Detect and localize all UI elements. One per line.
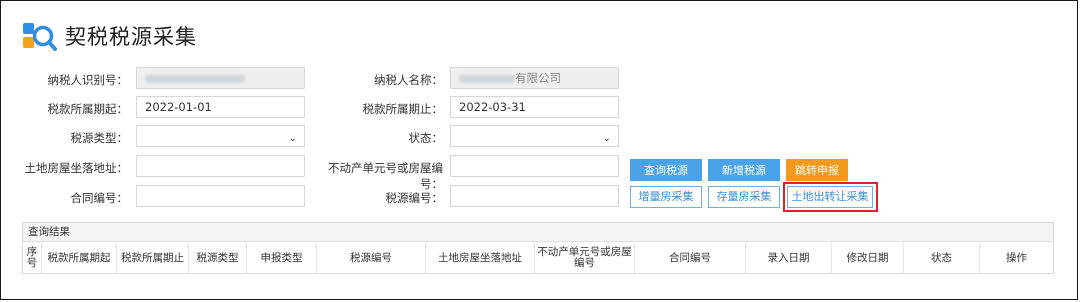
- results-title: 查询结果: [23, 223, 1053, 242]
- land-address-label: 土地房屋坐落地址：: [24, 161, 129, 175]
- status-select[interactable]: ⌄: [450, 125, 619, 147]
- period-start-label: 税款所属期起：: [47, 102, 129, 116]
- source-no-input[interactable]: [450, 185, 619, 207]
- period-end-field[interactable]: 2022-03-31: [450, 96, 619, 118]
- source-type-label: 税源类型：: [70, 131, 129, 145]
- col-source-type: 税源类型: [189, 243, 247, 273]
- col-actions: 操作: [1006, 251, 1027, 264]
- col-source-no: 税源编号: [317, 243, 426, 273]
- highlight-box: [783, 182, 878, 212]
- query-source-button[interactable]: 查询税源: [630, 159, 702, 181]
- taxpayer-name-field: 有限公司: [450, 67, 619, 89]
- taxpayer-name-suffix: 有限公司: [515, 71, 561, 85]
- col-declare-type: 申报类型: [247, 243, 317, 273]
- col-contract-no: 合同编号: [635, 243, 746, 273]
- col-period-end: 税款所属期止: [117, 243, 189, 273]
- taxpayer-id-field: [136, 67, 305, 89]
- unit-number-input[interactable]: [450, 155, 619, 177]
- col-entry-date: 录入日期: [746, 243, 832, 273]
- chevron-down-icon: ⌄: [602, 133, 611, 144]
- col-modify-date: 修改日期: [832, 243, 904, 273]
- jump-declare-button[interactable]: 跳转申报: [786, 159, 848, 181]
- results-panel: 查询结果 序号 税款所属期起 税款所属期止 税源类型 申报类型 税源编号 土地房…: [22, 222, 1054, 274]
- col-index: 序号: [23, 243, 42, 273]
- source-no-label: 税源编号：: [385, 191, 444, 205]
- stock-house-button[interactable]: 存量房采集: [708, 186, 780, 208]
- period-start-field[interactable]: 2022-01-01: [136, 96, 305, 118]
- unit-number-label: 不动产单元号或房屋编号：: [328, 161, 443, 191]
- source-type-select[interactable]: ⌄: [136, 125, 305, 147]
- incremental-house-button[interactable]: 增量房采集: [630, 186, 702, 208]
- period-end-label: 税款所属期止：: [362, 102, 444, 116]
- contract-no-input[interactable]: [136, 185, 305, 207]
- taxpayer-name-label: 纳税人名称：: [374, 73, 443, 87]
- page-title: 契税税源采集: [65, 25, 197, 49]
- results-header-row: 序号 税款所属期起 税款所属期止 税源类型 申报类型 税源编号 土地房屋坐落地址…: [23, 243, 1053, 273]
- land-address-input[interactable]: [136, 155, 305, 177]
- chevron-down-icon: ⌄: [288, 133, 297, 144]
- col-status: 状态: [904, 243, 980, 273]
- col-land-address: 土地房屋坐落地址: [426, 243, 535, 273]
- page-frame: 契税税源采集 纳税人识别号： 纳税人名称： 有限公司 税款所属期起： 2022-…: [0, 0, 1078, 300]
- status-label: 状态：: [408, 131, 444, 145]
- search-icon: [23, 23, 57, 51]
- add-source-button[interactable]: 新增税源: [708, 159, 780, 181]
- contract-no-label: 合同编号：: [70, 191, 129, 205]
- taxpayer-id-label: 纳税人识别号：: [47, 73, 129, 87]
- col-unit-number: 不动产单元号或房屋编号: [535, 243, 635, 273]
- col-period-start: 税款所属期起: [42, 243, 117, 273]
